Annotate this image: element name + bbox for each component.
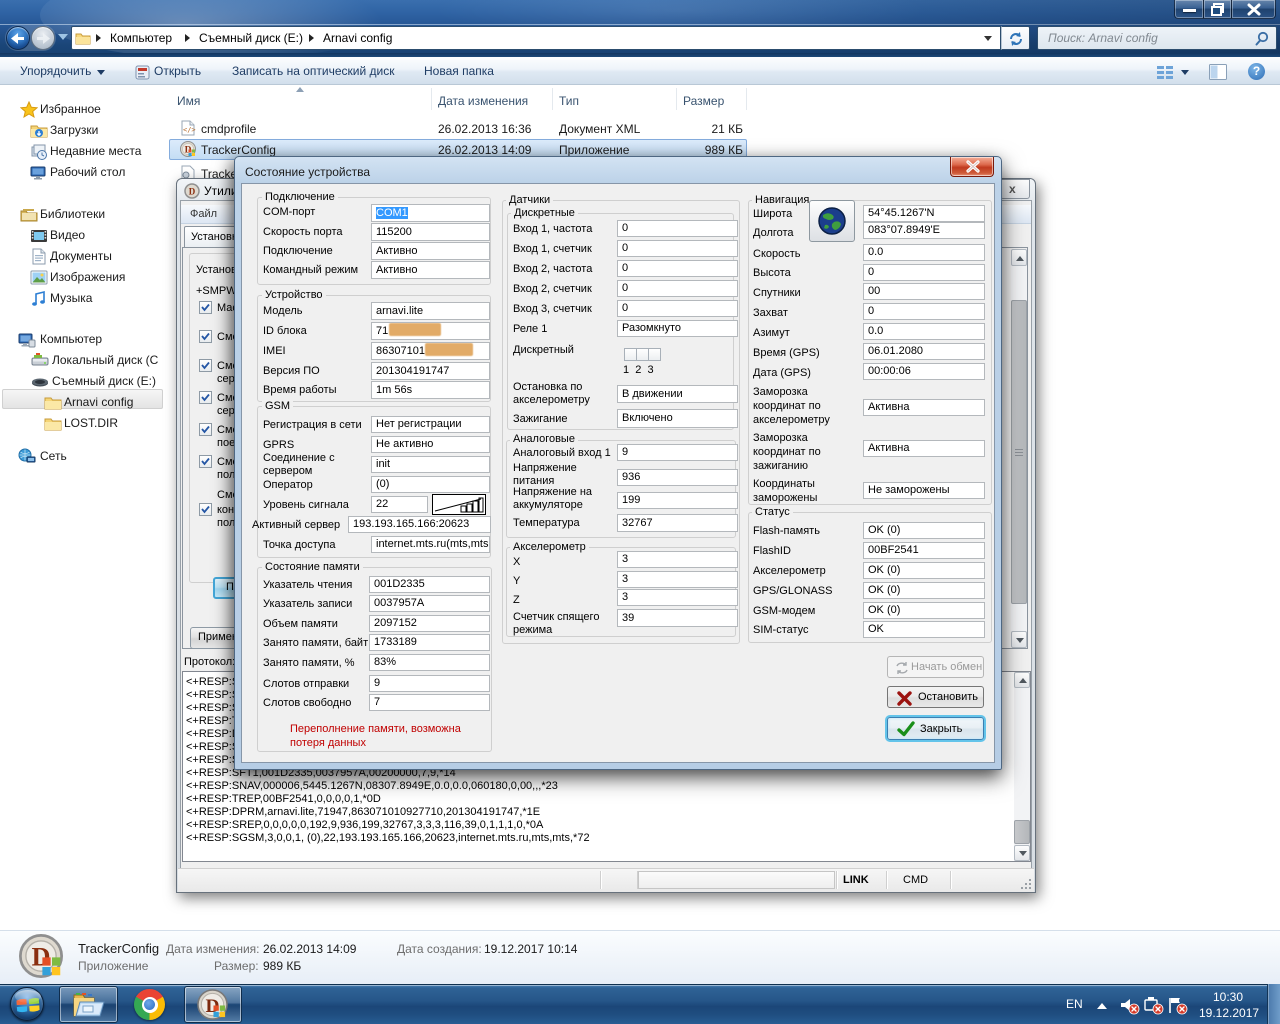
svg-text:D: D — [189, 187, 196, 197]
svg-text:</>: </> — [183, 126, 196, 134]
